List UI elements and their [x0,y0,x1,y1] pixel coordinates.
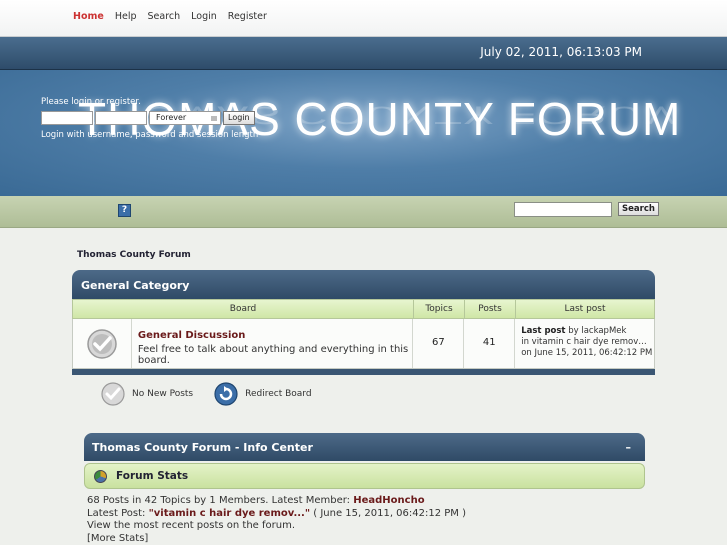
redirect-board-icon [214,382,238,406]
board-name-link[interactable]: General Discussion [138,330,413,341]
more-stats-link[interactable]: [More Stats] [87,533,466,545]
latest-post-prefix: Latest Post: [87,507,149,519]
search-bar: ? Search [0,196,727,228]
forum-stats-title: Forum Stats [116,470,189,482]
no-new-posts-icon [101,382,125,406]
session-length-select[interactable]: Forever [149,111,221,125]
login-hint: Please login or register. [41,97,141,107]
info-center: Thomas County Forum - Info Center – Foru… [84,433,645,489]
login-sub-hint: Login with username, password and sessio… [41,130,259,140]
nav-home[interactable]: Home [73,11,104,22]
stats-summary: 68 Posts in 42 Topics by 1 Members. Late… [87,495,354,506]
breadcrumb[interactable]: Thomas County Forum [77,250,191,260]
board-description: Feel free to talk about anything and eve… [137,344,409,366]
board-posts-count: 41 [463,319,514,368]
no-new-posts-label: No New Posts [132,389,194,399]
board-status-icon [73,319,131,368]
help-icon[interactable]: ? [118,204,131,217]
checkmark-icon [87,328,117,359]
lastpost-label: Last post [521,326,566,336]
category-footer [72,369,655,375]
current-datetime: July 02, 2011, 06:13:03 PM [480,45,642,59]
login-area: Please login or register. Forever Login … [41,97,258,140]
username-input[interactable] [41,111,93,125]
category-title[interactable]: General Category [72,270,655,299]
column-topics: Topics [413,300,464,318]
collapse-icon[interactable]: – [626,441,632,454]
latest-post-date: ( June 15, 2011, 06:42:12 PM ) [310,507,467,519]
redirect-board-label: Redirect Board [245,389,312,399]
forum-stats-header: Forum Stats [84,463,645,489]
password-input[interactable] [95,111,147,125]
nav-register[interactable]: Register [228,11,267,22]
board-legend: No New Posts Redirect Board [100,381,332,407]
search-input[interactable] [514,202,612,217]
category-table: General Category Board Topics Posts Last… [72,270,655,375]
date-bar: July 02, 2011, 06:13:03 PM [0,37,727,70]
board-last-post: Last post by lackapMek in vitamin c hair… [514,319,654,368]
latest-post-link[interactable]: "vitamin c hair dye remov..." [149,508,311,519]
banner: THOMAS COUNTY FORUM THOMAS COUNTY FORUM … [0,70,727,196]
nav-search[interactable]: Search [148,11,181,22]
login-button[interactable]: Login [223,111,255,125]
top-nav: Home Help Search Login Register [0,0,727,37]
latest-member-link[interactable]: HeadHoncho [353,495,424,506]
login-form: Forever Login [41,111,258,125]
column-board: Board [229,304,257,314]
column-headers: Board Topics Posts Last post [72,299,655,319]
lastpost-topic-link[interactable]: in vitamin c hair dye remov… [521,337,654,348]
column-posts: Posts [464,300,515,318]
pie-chart-icon [94,470,107,483]
column-lastpost: Last post [515,300,654,318]
lastpost-author[interactable]: by lackapMek [568,326,626,336]
search-button[interactable]: Search [618,202,659,216]
board-row: General Discussion Feel free to talk abo… [72,319,655,369]
recent-posts-link[interactable]: View the most recent posts on the forum. [87,520,466,533]
info-center-title: Thomas County Forum - Info Center – [84,433,645,461]
nav-help[interactable]: Help [115,11,137,22]
nav-login[interactable]: Login [191,11,217,22]
forum-stats-text: 68 Posts in 42 Topics by 1 Members. Late… [87,495,466,545]
info-center-title-text: Thomas County Forum - Info Center [92,441,313,454]
nav-menu: Home Help Search Login Register [73,11,267,22]
board-topics-count: 67 [412,319,463,368]
lastpost-date: on June 15, 2011, 06:42:12 PM [521,348,653,358]
board-info: General Discussion Feel free to talk abo… [130,319,413,368]
